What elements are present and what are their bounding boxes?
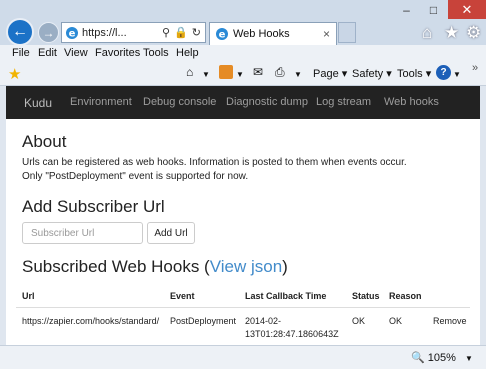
maximize-button[interactable]: □ [420, 0, 447, 19]
close-window-button[interactable]: ✕ [448, 0, 486, 19]
nav-web-hooks[interactable]: Web hooks [384, 96, 439, 108]
view-json-link[interactable]: View json [210, 257, 282, 276]
zoom-icon: 🔍 [411, 352, 425, 364]
nav-debug-console[interactable]: Debug console [143, 96, 216, 108]
menu-edit[interactable]: Edit [38, 47, 57, 59]
nav-environment[interactable]: Environment [70, 96, 132, 108]
row-event: PostDeployment [170, 316, 237, 326]
subscribed-heading-end: ) [282, 257, 288, 276]
forward-arrow-icon: → [42, 25, 55, 40]
kudu-navbar: Kudu Environment Debug console Diagnosti… [6, 86, 480, 119]
column-header-reason: Reason [389, 291, 422, 301]
home-icon[interactable]: ⌂ [422, 23, 432, 43]
safety-menu[interactable]: Safety ▾ [352, 67, 392, 80]
home-cmd-icon[interactable]: ⌂ [186, 65, 193, 79]
chevron-down-icon[interactable]: ▼ [202, 70, 210, 79]
rss-feed-icon[interactable] [219, 65, 233, 79]
mail-icon[interactable]: ✉ [253, 65, 263, 79]
table-header-divider [16, 307, 470, 308]
zoom-level: 105% [427, 352, 456, 364]
search-icon[interactable]: ⚲ [162, 26, 170, 39]
back-arrow-icon: ← [12, 23, 28, 40]
column-header-url: Url [22, 291, 35, 301]
nav-diagnostic-dump[interactable]: Diagnostic dump [226, 96, 308, 108]
remove-link[interactable]: Remove [433, 315, 467, 328]
browser-window: – □ ✕ ← → e https://l... ⚲ 🔒 ↻ e Web Hoo… [0, 0, 486, 369]
about-heading: About [22, 132, 67, 151]
tab-web-hooks[interactable]: e Web Hooks × [209, 22, 337, 45]
menu-favorites[interactable]: Favorites [95, 47, 140, 59]
menu-view[interactable]: View [64, 47, 88, 59]
refresh-icon[interactable]: ↻ [192, 26, 201, 39]
forward-button[interactable]: → [38, 22, 59, 43]
subscribed-hooks-heading: Subscribed Web Hooks (View json) [22, 257, 288, 277]
menu-tools[interactable]: Tools [143, 47, 169, 59]
back-button[interactable]: ← [6, 18, 34, 46]
column-header-last-callback: Last Callback Time [245, 291, 327, 301]
status-bar: 🔍 105% ▼ [0, 345, 486, 369]
svg-text:e: e [219, 30, 226, 41]
menu-file[interactable]: File [12, 47, 30, 59]
row-callback-time: 2014-02- 13T01:28:47.1860643Z [245, 315, 339, 341]
add-subscriber-heading: Add Subscriber Url [22, 197, 165, 216]
row-callback-time-line1: 2014-02- [245, 316, 282, 326]
row-reason: OK [389, 316, 403, 326]
column-header-status: Status [352, 291, 380, 301]
chevron-down-icon[interactable]: ▼ [453, 70, 461, 79]
chevron-down-icon[interactable]: ▼ [236, 70, 244, 79]
row-url: https://zapier.com/hooks/standard/ [22, 316, 160, 326]
add-url-button[interactable]: Add Url [147, 222, 195, 244]
page-menu[interactable]: Page ▾ [313, 67, 347, 80]
about-text-line2: Only "PostDeployment" event is supported… [22, 171, 249, 182]
tab-title: Web Hooks [233, 28, 290, 40]
print-icon[interactable]: ⎙ [275, 65, 285, 80]
title-bar: – □ ✕ ← → e https://l... ⚲ 🔒 ↻ e Web Hoo… [0, 0, 486, 46]
chevron-down-icon: ▼ [464, 354, 473, 363]
subscriber-url-input[interactable]: Subscriber Url [22, 222, 143, 244]
brand-link[interactable]: Kudu [24, 96, 52, 110]
ie-tab-icon: e [216, 28, 228, 41]
favorites-star-icon[interactable]: ★ [444, 23, 459, 43]
address-text[interactable]: https://l... [82, 27, 162, 39]
help-icon[interactable]: ? [436, 65, 451, 80]
minimize-button[interactable]: – [393, 0, 420, 19]
settings-gear-icon[interactable]: ⚙ [466, 23, 481, 43]
add-favorites-star-icon[interactable]: ★ [8, 65, 21, 83]
zoom-control[interactable]: 🔍 105% ▼ [411, 351, 473, 364]
column-header-event: Event [170, 291, 195, 301]
chevron-down-icon[interactable]: ▼ [294, 70, 302, 79]
expand-toolbar-icon[interactable]: » [472, 62, 478, 74]
row-callback-time-line2: 13T01:28:47.1860643Z [245, 329, 339, 339]
menu-bar: File Edit View Favorites Tools Help [0, 45, 486, 62]
tools-menu[interactable]: Tools ▾ [397, 67, 431, 80]
row-status: OK [352, 316, 366, 326]
subscribed-heading-text: Subscribed Web Hooks ( [22, 257, 210, 276]
menu-help[interactable]: Help [176, 47, 199, 59]
command-bar: ★ ⌂ ▼ ▼ ✉ ⎙ ▼ Page ▾ Safety ▾ Tools ▾ ? … [0, 62, 486, 86]
tab-close-icon[interactable]: × [323, 27, 330, 41]
ie-page-icon: e [66, 26, 78, 39]
address-bar[interactable]: e https://l... ⚲ 🔒 ↻ [61, 22, 206, 43]
about-text-line1: Urls can be registered as web hooks. Inf… [22, 157, 407, 168]
web-page: Kudu Environment Debug console Diagnosti… [6, 86, 480, 345]
lock-icon[interactable]: 🔒 [174, 26, 188, 39]
new-tab-button[interactable] [338, 22, 356, 43]
svg-text:e: e [69, 28, 76, 39]
nav-log-stream[interactable]: Log stream [316, 96, 371, 108]
